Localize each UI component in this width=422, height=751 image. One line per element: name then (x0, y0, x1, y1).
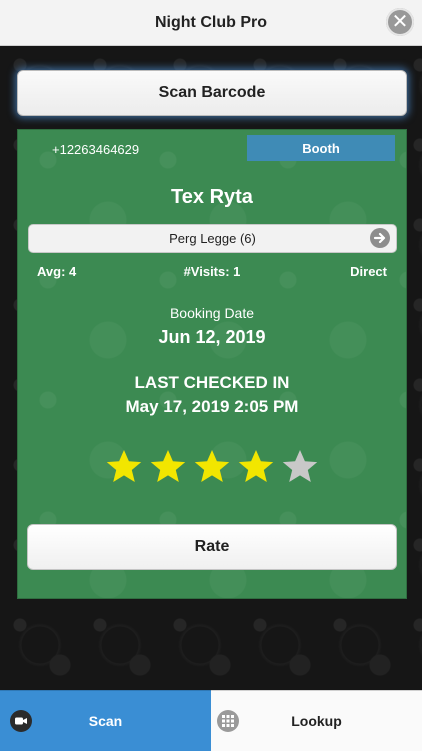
star-filled-icon[interactable] (193, 448, 231, 486)
page-title: Night Club Pro (155, 13, 267, 31)
table-type-badge: Booth (247, 135, 395, 161)
camera-icon (10, 710, 32, 732)
guest-stats: Avg: 4 #Visits: 1 Direct (18, 264, 406, 282)
tab-scan-label: Scan (88, 713, 123, 729)
last-checked-date: May 17, 2019 2:05 PM (125, 397, 299, 416)
guest-name: Tex Ryta (171, 186, 253, 208)
star-empty-icon[interactable] (281, 448, 319, 486)
app-header: Night Club Pro ✕ (0, 0, 422, 46)
visits-stat: #Visits: 1 (183, 264, 241, 279)
arrow-right-icon (370, 228, 390, 248)
rate-label: Rate (194, 538, 230, 555)
tab-scan[interactable]: Scan (0, 690, 211, 751)
scan-barcode-button[interactable]: Scan Barcode (17, 70, 407, 116)
booking-date-value: Jun 12, 2019 (158, 327, 266, 347)
promoter-label: Perg Legge (6) (169, 231, 256, 246)
last-checked-label: LAST CHECKED IN (134, 373, 290, 392)
source-stat: Direct (350, 264, 387, 279)
grid-icon (217, 710, 239, 732)
table-type-label: Booth (302, 140, 340, 156)
star-filled-icon[interactable] (105, 448, 143, 486)
close-icon: ✕ (391, 11, 409, 33)
tab-lookup-label: Lookup (291, 713, 342, 729)
guest-phone: +12263464629 (52, 142, 140, 157)
star-filled-icon[interactable] (237, 448, 275, 486)
star-filled-icon[interactable] (149, 448, 187, 486)
scan-barcode-label: Scan Barcode (158, 84, 266, 101)
booking-date-label: Booking Date (169, 305, 255, 321)
rate-button[interactable]: Rate (27, 524, 397, 570)
rating-stars[interactable] (18, 448, 406, 486)
tab-lookup[interactable]: Lookup (211, 690, 422, 751)
close-button[interactable]: ✕ (386, 8, 414, 36)
bottom-tab-bar: Scan Lookup (0, 690, 422, 751)
promoter-button[interactable]: Perg Legge (6) (28, 224, 397, 253)
guest-card: +12263464629 Booth Tex Ryta Perg Legge (… (17, 129, 407, 599)
